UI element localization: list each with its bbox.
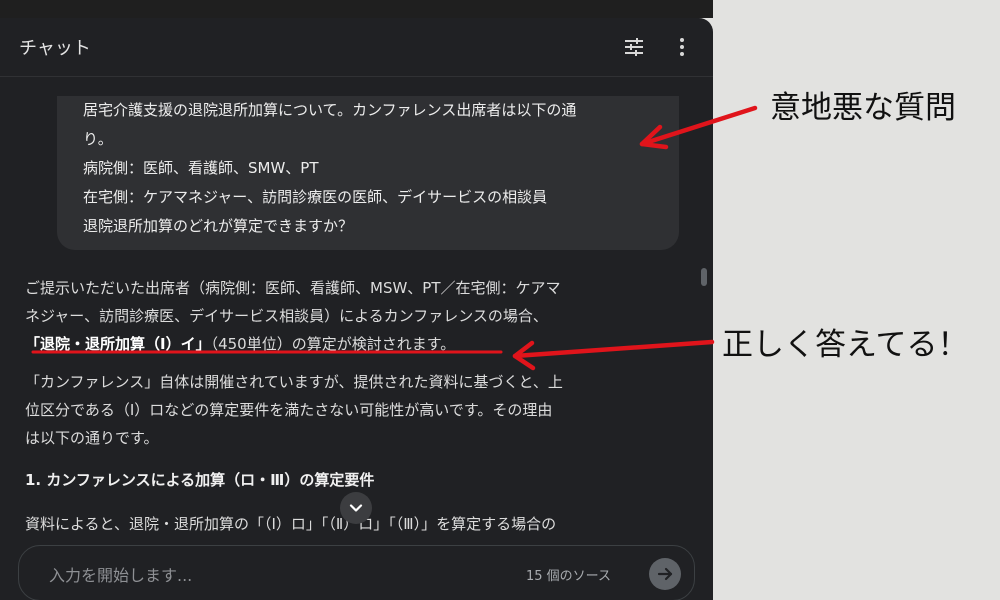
user-message-bubble: 居宅介護支援の退院退所加算について。カンファレンス出席者は以下の通 り。 病院側…	[57, 96, 679, 250]
answer-line: ネジャー、訪問診療医、デイサービス相談員）によるカンファレンスの場合、	[25, 307, 548, 325]
scrollbar-thumb[interactable]	[701, 268, 707, 286]
tune-icon[interactable]	[622, 36, 646, 58]
user-message-line: り。	[83, 130, 113, 148]
chat-input-placeholder[interactable]: 入力を開始します...	[49, 562, 192, 586]
answer-line: ご提示いただいた出席者（病院側：医師、看護師、MSW、PT／在宅側：ケアマ	[25, 279, 561, 297]
source-count: 15 個のソース	[526, 569, 612, 584]
chat-input-bar[interactable]: 入力を開始します... 15 個のソース	[18, 545, 695, 600]
annotation-label-1: 意地悪な質問	[770, 90, 956, 126]
send-button[interactable]	[649, 558, 681, 590]
chevron-down-icon	[349, 504, 363, 512]
answer-bold-phrase: 「退院・退所加算（Ⅰ）イ」	[25, 335, 211, 353]
user-message-line: 在宅側：ケアマネジャー、訪問診療医の医師、デイサービスの相談員	[83, 188, 548, 206]
user-message-line: 病院側：医師、看護師、SMW、PT	[83, 159, 319, 177]
chat-title: チャット	[19, 38, 91, 59]
chat-panel: チャット 居宅介護支援の退院退所加算について。カンファレンス出席者は以下の通 り…	[0, 18, 713, 600]
chat-header: チャット	[0, 18, 713, 77]
arrow-right-icon	[657, 567, 673, 581]
answer-line-highlight: 「退院・退所加算（Ⅰ）イ」（450単位）の算定が検討されます。	[25, 330, 665, 358]
user-message-text: 居宅介護支援の退院退所加算について。カンファレンス出席者は以下の通 り。 病院側…	[83, 96, 653, 241]
answer-line: は以下の通りです。	[25, 429, 159, 447]
more-vert-icon[interactable]	[672, 36, 692, 58]
annotation-label-2: 正しく答えてる！	[722, 327, 969, 363]
top-strip	[0, 0, 713, 18]
user-message-line: 退院退所加算のどれが算定できますか？	[83, 217, 354, 235]
answer-line: 「カンファレンス」自体は開催されていますが、提供された資料に基づくと、上	[25, 373, 563, 391]
answer-line-rest: （450単位）の算定が検討されます。	[210, 335, 456, 353]
answer-paragraph-2: 「カンファレンス」自体は開催されていますが、提供された資料に基づくと、上 位区分…	[25, 368, 665, 452]
answer-section-heading: 1. カンファレンスによる加算（ロ・Ⅲ）の算定要件	[25, 471, 375, 489]
scroll-down-button[interactable]	[340, 492, 372, 524]
user-message-line: 居宅介護支援の退院退所加算について。カンファレンス出席者は以下の通	[83, 101, 577, 119]
answer-line: 位区分である（Ⅰ）ロなどの算定要件を満たさない可能性が高いです。その理由	[25, 401, 553, 419]
